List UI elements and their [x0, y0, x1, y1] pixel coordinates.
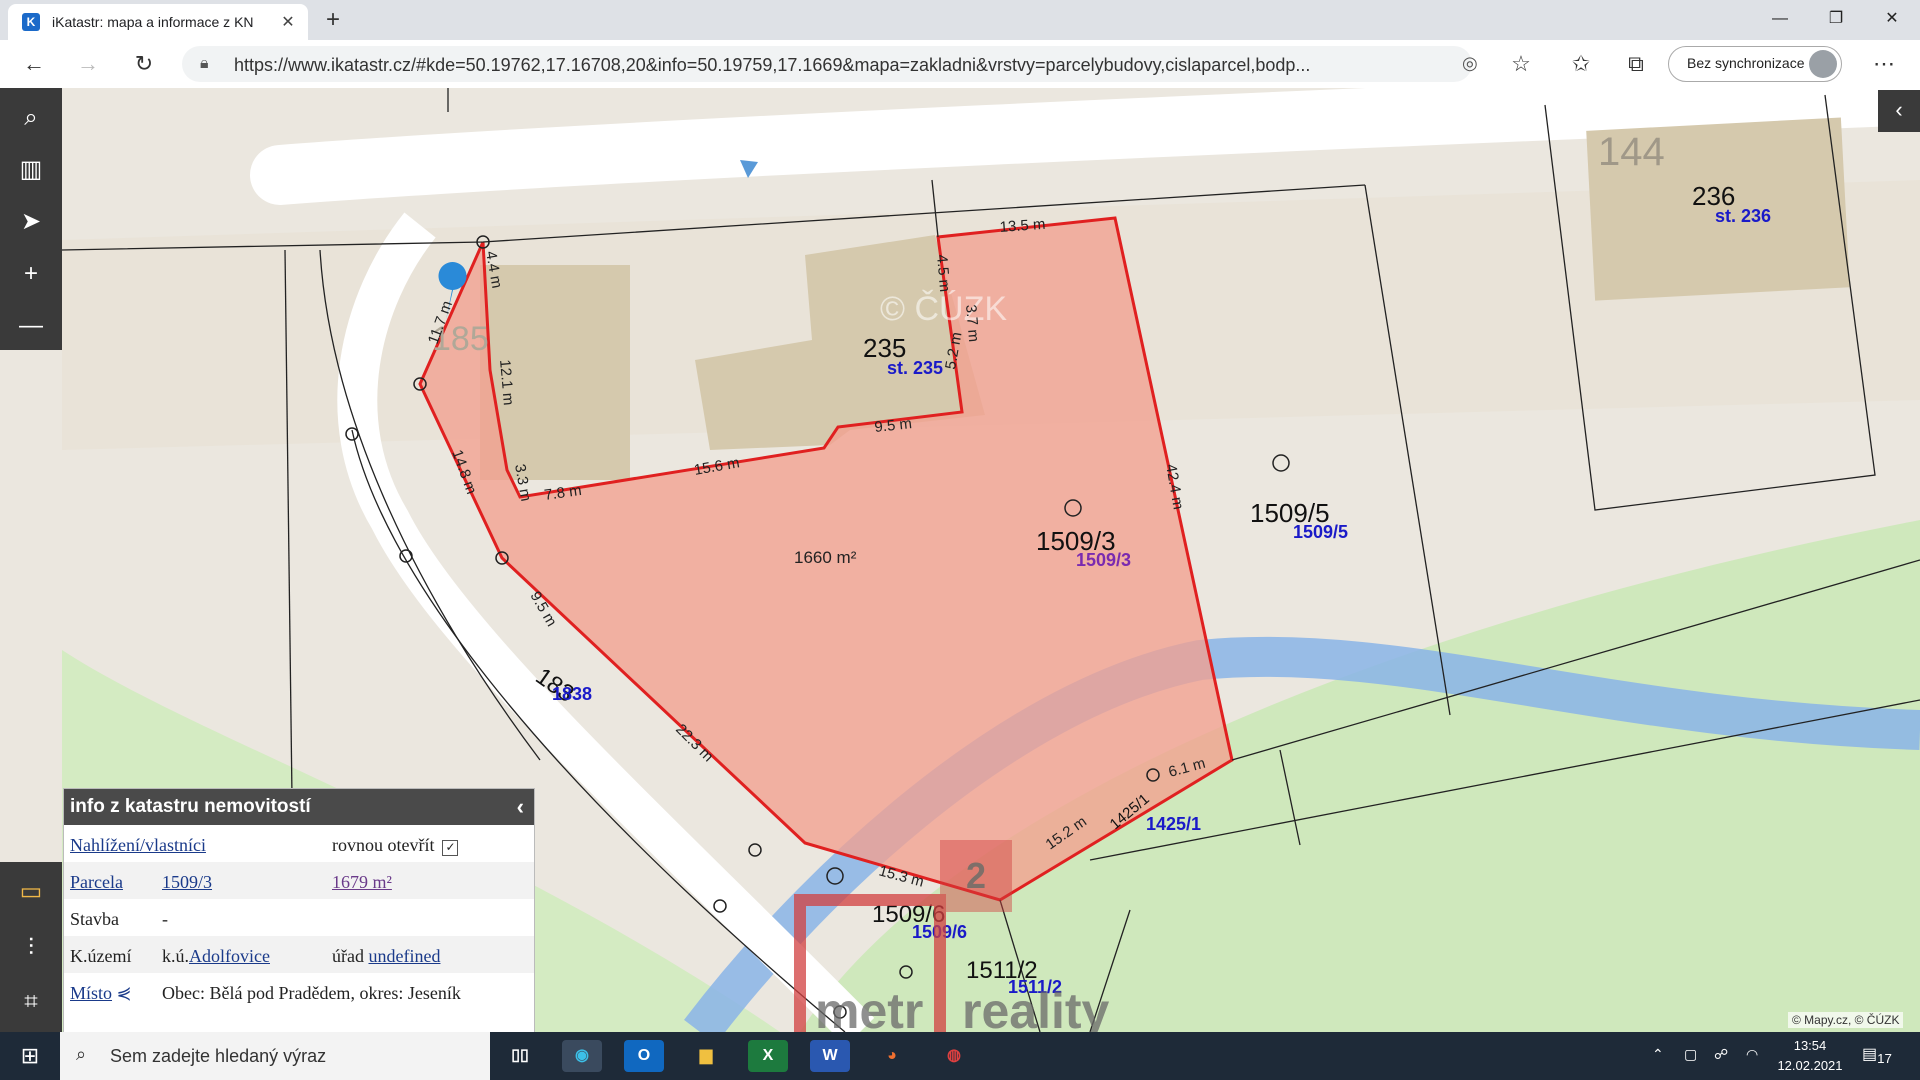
- close-tab-icon[interactable]: ✕: [276, 12, 300, 32]
- logo-text-metr: metr: [815, 983, 923, 1032]
- reload-icon[interactable]: ↻: [128, 48, 160, 80]
- open-direct-checkbox[interactable]: ✓: [442, 840, 459, 856]
- taskbar-search[interactable]: ⌕ Sem zadejte hledaný výraz: [60, 1032, 490, 1080]
- panel-title: info z katastru nemovitostí: [70, 796, 311, 817]
- measure-icon[interactable]: ⫶: [0, 922, 62, 974]
- place-link[interactable]: Místo: [70, 983, 112, 1003]
- building-value: -: [162, 909, 168, 929]
- cadastre-info-panel: info z katastru nemovitostí ‹ Nahlížení/…: [63, 788, 535, 1034]
- sync-label: Bez synchronizace: [1687, 55, 1805, 71]
- building-label: Stavba: [70, 909, 119, 929]
- open-direct-label: rovnou otevřít ✓: [332, 835, 459, 856]
- tab-strip: K iKatastr: mapa a informace z KN ✕ + — …: [0, 0, 1920, 40]
- more-menu-icon[interactable]: ⋯: [1868, 48, 1900, 80]
- info-row-ku: K.území k.ú.Adolfovice úřad undefined: [64, 936, 534, 973]
- info-row-parcel: Parcela 1509/3 1679 m²: [64, 862, 534, 899]
- parcel-link[interactable]: Parcela: [70, 872, 123, 893]
- tab-ikatastr[interactable]: K iKatastr: mapa a informace z KN ✕: [8, 4, 308, 40]
- panel-header: info z katastru nemovitostí ‹: [64, 789, 534, 825]
- parcel-label-st236: st. 236: [1715, 206, 1771, 226]
- cuzk-watermark: © ČÚZK: [880, 290, 1007, 328]
- parcel-label-st235: st. 235: [887, 358, 943, 378]
- view-owners-link[interactable]: Nahlížení/vlastníci: [70, 835, 206, 856]
- tray-network-icon[interactable]: ☍: [1714, 1046, 1728, 1063]
- search-icon: ⌕: [76, 1044, 87, 1064]
- excel-icon[interactable]: X: [748, 1040, 788, 1072]
- search-placeholder: Sem zadejte hledaný výraz: [110, 1046, 327, 1066]
- avatar: [1809, 50, 1837, 78]
- parcel-number-1509-3: 1509/3: [1076, 550, 1131, 570]
- logo-text-reality: reality: [962, 983, 1110, 1032]
- parcel-number-link[interactable]: 1509/3: [162, 872, 212, 893]
- dimension-label: 13.5 m: [999, 216, 1046, 236]
- info-row-place: Místo ⋞ Obec: Bělá pod Pradědem, okres: …: [64, 973, 534, 1010]
- office-label: úřad undefined: [332, 946, 441, 966]
- collapse-panel-icon[interactable]: ‹: [1878, 90, 1920, 132]
- favicon-icon: K: [22, 13, 40, 31]
- map-layers-icon[interactable]: ▥: [0, 144, 62, 196]
- tab-title: iKatastr: mapa a informace z KN: [52, 14, 254, 30]
- chrome-icon[interactable]: ◍: [934, 1040, 974, 1072]
- clock-time: 13:54: [1793, 1038, 1827, 1053]
- maximize-icon[interactable]: ❐: [1808, 0, 1864, 40]
- add-favorite-icon[interactable]: ☆: [1505, 48, 1537, 80]
- place-label[interactable]: Místo ⋞: [70, 983, 132, 1004]
- zoom-out-icon[interactable]: —: [0, 300, 62, 352]
- forward-icon[interactable]: →: [72, 48, 104, 80]
- zoom-in-icon[interactable]: +: [0, 248, 62, 300]
- chevron-left-icon[interactable]: ‹: [517, 789, 524, 825]
- file-explorer-icon[interactable]: ▆: [686, 1040, 726, 1072]
- wifi-icon[interactable]: ◠: [1746, 1046, 1758, 1063]
- locate-icon[interactable]: ➤: [0, 196, 62, 248]
- dimension-label: 3.7 m: [962, 304, 982, 343]
- area-tool-icon[interactable]: ⌗: [0, 976, 62, 1028]
- info-row-view: Nahlížení/vlastníci rovnou otevřít ✓: [64, 825, 534, 862]
- map-toolbar: ⌕ ▥ ➤ + —: [0, 88, 62, 350]
- favorites-icon[interactable]: ✩: [1565, 48, 1597, 80]
- parcel-number-1425-1: 1425/1: [1146, 814, 1201, 834]
- info-row-building: Stavba -: [64, 899, 534, 936]
- map-copyright: © Mapy.cz, © ČÚZK: [1788, 1012, 1904, 1028]
- notifications-count: 17: [1877, 1051, 1892, 1067]
- new-tab-button[interactable]: +: [318, 6, 348, 36]
- ku-link[interactable]: Adolfovice: [189, 946, 270, 966]
- edge-icon[interactable]: ◉: [562, 1040, 602, 1072]
- lock-icon: 🔒︎: [200, 55, 209, 72]
- notifications-icon[interactable]: ▤17: [1862, 1044, 1892, 1066]
- tray-chevron-icon[interactable]: ⌃: [1652, 1046, 1664, 1063]
- share-icon[interactable]: ⋞: [117, 983, 132, 1003]
- url-text[interactable]: https://www.ikatastr.cz/#kde=50.19762,17…: [234, 55, 1394, 76]
- windows-start-icon[interactable]: ⊞: [0, 1032, 60, 1080]
- location-icon[interactable]: ◎: [1462, 53, 1478, 74]
- logo-digit: 2: [966, 855, 986, 896]
- clock-date: 12.02.2021: [1777, 1058, 1843, 1073]
- parcel-number-1509-5: 1509/5: [1293, 522, 1348, 542]
- word-icon[interactable]: W: [810, 1040, 850, 1072]
- outlook-icon[interactable]: O: [624, 1040, 664, 1072]
- clock[interactable]: 13:54 12.02.2021: [1770, 1036, 1850, 1076]
- office-link[interactable]: undefined: [368, 946, 440, 966]
- collections-icon[interactable]: ⧉: [1620, 48, 1652, 80]
- parcel-number-1838: 1838: [552, 684, 592, 704]
- address-toolbar: ← → ↻ 🔒︎ https://www.ikatastr.cz/#kde=50…: [0, 40, 1920, 89]
- comment-icon[interactable]: ▭: [0, 866, 62, 918]
- ku-label: K.území: [70, 946, 132, 966]
- minimize-icon[interactable]: —: [1752, 0, 1808, 40]
- sync-button[interactable]: Bez synchronizace: [1668, 46, 1842, 82]
- parcel-area-link[interactable]: 1679 m²: [332, 872, 392, 893]
- back-icon[interactable]: ←: [18, 48, 50, 80]
- search-icon[interactable]: ⌕: [0, 92, 62, 144]
- place-value: Obec: Bělá pod Pradědem, okres: Jeseník: [162, 983, 461, 1003]
- taskbar: ⊞ ⌕ Sem zadejte hledaný výraz ▯▯ ◉ O ▆ X…: [0, 1032, 1920, 1080]
- task-view-icon[interactable]: ▯▯: [500, 1040, 540, 1072]
- dimension-label: 4.5 m: [933, 254, 953, 293]
- parcel-area-label: 1660 m²: [794, 548, 857, 567]
- map-toolbar-bottom: ▭ ⫶ ⌗: [0, 862, 62, 1032]
- tray-device-icon[interactable]: ▢: [1684, 1046, 1697, 1063]
- window-close-icon[interactable]: ✕: [1864, 0, 1920, 40]
- address-bar[interactable]: 🔒︎ https://www.ikatastr.cz/#kde=50.19762…: [182, 46, 1478, 82]
- ku-value: k.ú.Adolfovice: [162, 946, 270, 966]
- firefox-icon[interactable]: ◕: [872, 1040, 912, 1072]
- parcel-label-144: 144: [1598, 130, 1665, 174]
